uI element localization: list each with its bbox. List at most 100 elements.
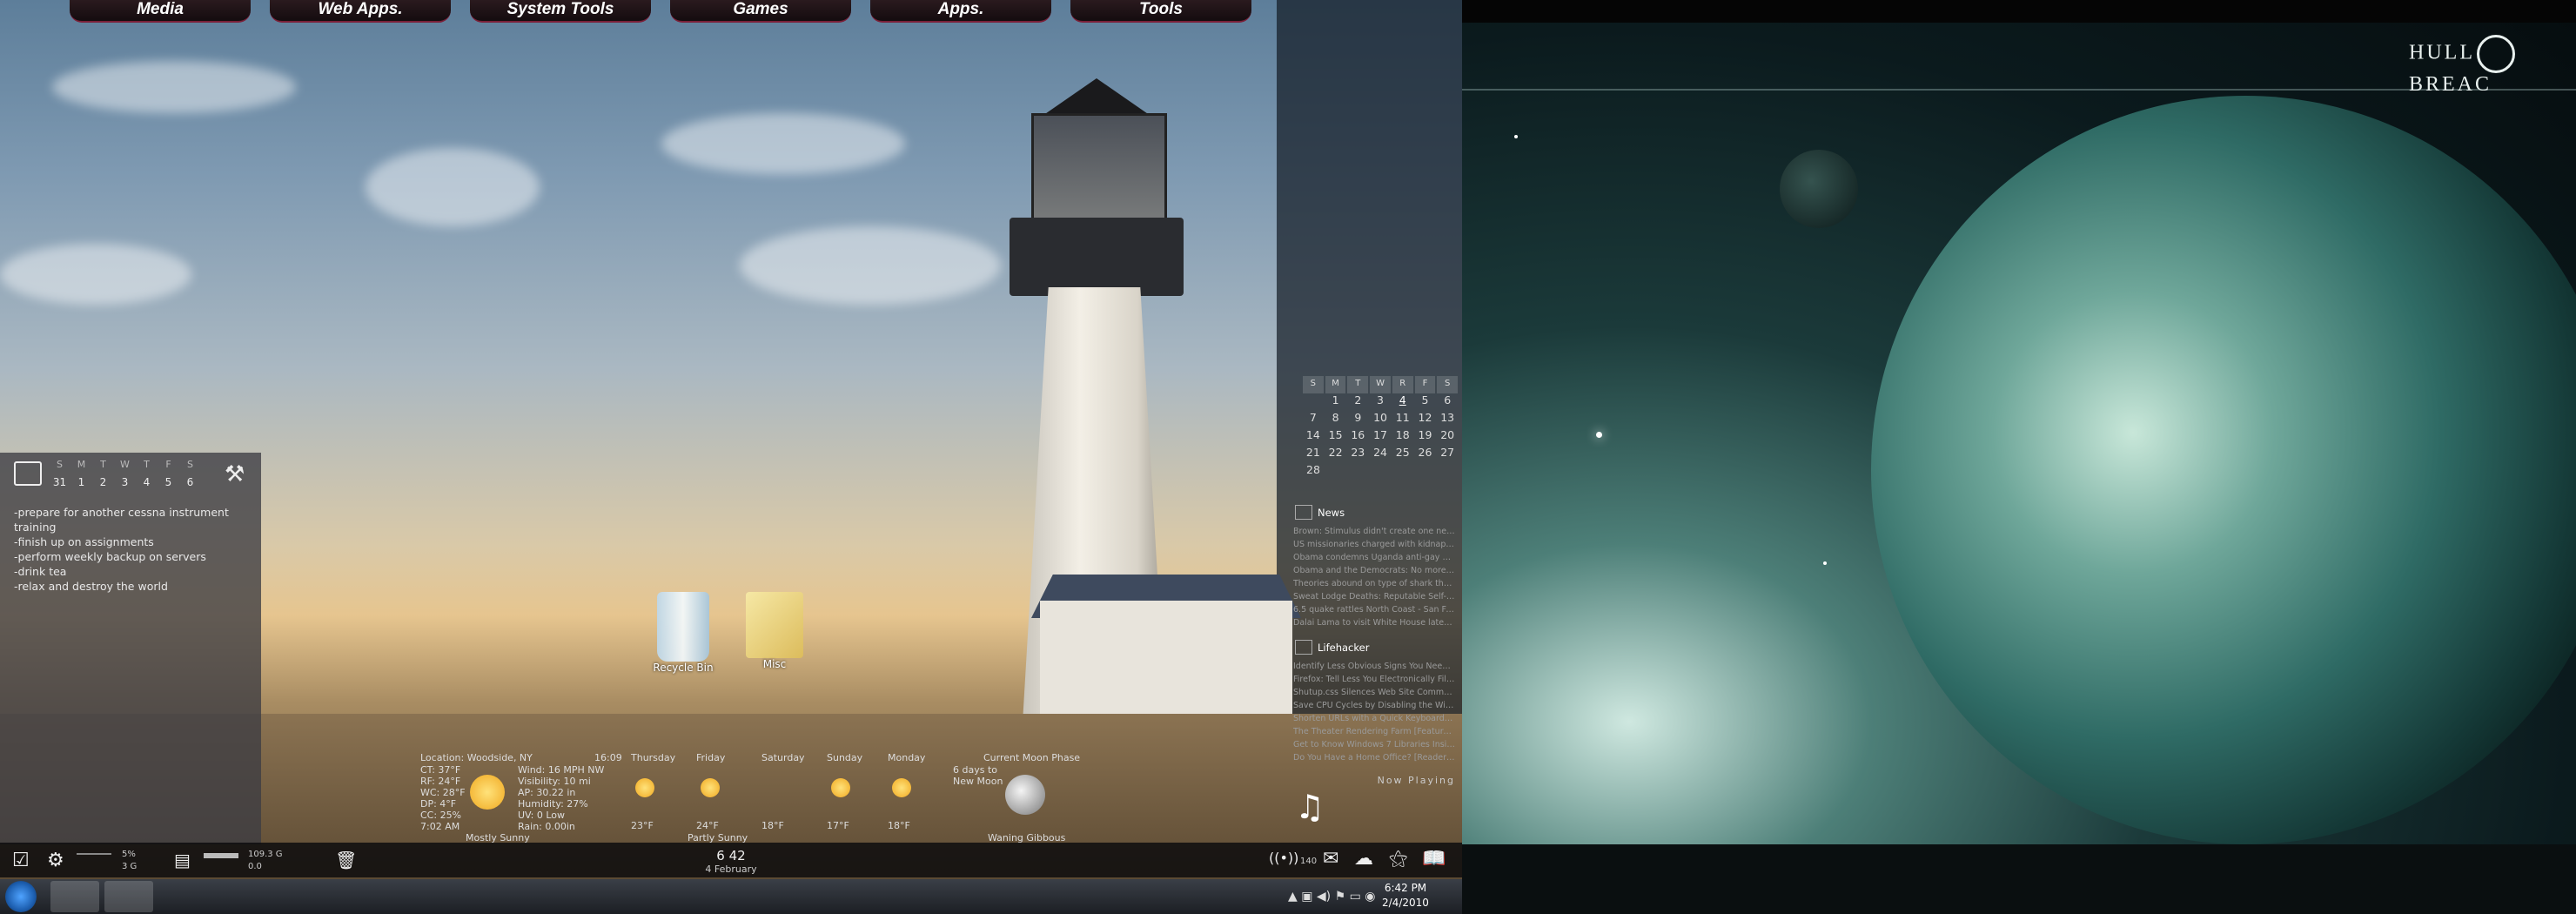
feed-item[interactable]: Get to Know Windows 7 Libraries Insid... — [1293, 738, 1455, 751]
calendar-day[interactable]: 20 — [1436, 428, 1459, 446]
tools-icon[interactable]: ⚒ — [225, 461, 245, 487]
lighthouse — [1010, 218, 1184, 296]
calendar-day[interactable]: 9 — [1346, 411, 1369, 428]
calendar-day[interactable]: 6 — [1436, 393, 1459, 411]
calendar-day[interactable] — [1302, 393, 1325, 411]
feed-item[interactable]: Brown: Stimulus didn't create one new... — [1293, 525, 1455, 538]
feed-item[interactable]: US missionaries charged with kidnappin..… — [1293, 538, 1455, 551]
calendar-day[interactable]: 7 — [1302, 411, 1325, 428]
trash-icon[interactable]: 🗑 — [335, 850, 357, 870]
calendar-day[interactable]: 18 — [1392, 428, 1414, 446]
date-cell[interactable]: 6 — [179, 476, 201, 488]
wifi-icon[interactable]: ((•)) — [1269, 850, 1298, 866]
feed-item[interactable]: Shutup.css Silences Web Site Comment... — [1293, 686, 1455, 699]
feed-item[interactable]: Dalai Lama to visit White House later t.… — [1293, 616, 1455, 629]
feed-title-lifehacker[interactable]: Lifehacker — [1295, 640, 1455, 655]
tab-web-apps[interactable]: Web Apps. — [270, 0, 451, 23]
feed-item[interactable]: 6.5 quake rattles North Coast - San Fra.… — [1293, 603, 1455, 616]
gear-icon[interactable]: ⚙ — [47, 850, 64, 871]
weather-location: Location: Woodside, NY — [420, 752, 533, 763]
date-cell[interactable]: 1 — [70, 476, 92, 488]
tab-media[interactable]: Media — [70, 0, 251, 23]
todo-item: -finish up on assignments — [14, 535, 154, 548]
calendar-week: 21 22 23 24 25 26 27 — [1302, 446, 1459, 463]
calendar-day[interactable]: 15 — [1325, 428, 1347, 446]
feed-item[interactable]: Obama condemns Uganda anti-gay bill... — [1293, 551, 1455, 564]
calendar-day[interactable]: 27 — [1436, 446, 1459, 463]
tray-time[interactable]: 6:42 PM — [1366, 882, 1445, 894]
music-note-icon[interactable]: ♫ — [1295, 788, 1325, 826]
calendar-day[interactable]: 11 — [1392, 411, 1414, 428]
folder-icon[interactable]: Misc — [735, 592, 814, 670]
calendar-day[interactable]: 22 — [1325, 446, 1347, 463]
calendar-day[interactable]: 1 — [1325, 393, 1347, 411]
calendar-day[interactable]: 13 — [1436, 411, 1459, 428]
cpu-bar — [77, 853, 111, 855]
date-cell[interactable]: 4 — [136, 476, 158, 488]
calendar-day[interactable]: 14 — [1302, 428, 1325, 446]
date-cell[interactable]: 3 — [114, 476, 136, 488]
calendar-icon[interactable] — [14, 461, 42, 486]
calendar-day[interactable]: 19 — [1414, 428, 1437, 446]
calendar-day[interactable]: 25 — [1392, 446, 1414, 463]
weather-stat: RF: 24°F — [420, 776, 461, 787]
tab-system-tools[interactable]: System Tools — [470, 0, 651, 23]
forecast-day: Friday — [696, 752, 726, 763]
recycle-bin-icon[interactable]: Recycle Bin — [644, 592, 722, 674]
feed-title-news[interactable]: News — [1295, 505, 1455, 520]
tab-games[interactable]: Games — [670, 0, 851, 23]
calendar-week: 7 8 9 10 11 12 13 — [1302, 411, 1459, 428]
feed-item[interactable]: Sweat Lodge Deaths: Reputable Self-Hel..… — [1293, 590, 1455, 603]
drive-icon[interactable]: ▤ — [174, 850, 191, 870]
cloud-icon[interactable]: ☁ — [1354, 848, 1373, 870]
tab-tools[interactable]: Tools — [1070, 0, 1251, 23]
mail-icon[interactable]: ✉ — [1323, 848, 1338, 870]
calendar-day[interactable]: 28 — [1302, 463, 1325, 481]
calendar-day[interactable]: 26 — [1414, 446, 1437, 463]
forecast-temp: 18°F — [888, 820, 910, 831]
launcher-bar: Media Web Apps. System Tools Games Apps.… — [70, 0, 1271, 23]
todo-item: -perform weekly backup on servers — [14, 550, 206, 563]
feed-item[interactable]: Firefox: Tell Less You Electronically Fi… — [1293, 673, 1455, 686]
start-button[interactable] — [5, 881, 37, 912]
feed-item[interactable]: Theories abound on type of shark that... — [1293, 577, 1455, 590]
calendar-day[interactable]: 23 — [1346, 446, 1369, 463]
date-cell[interactable]: 5 — [158, 476, 179, 488]
calendar-day[interactable]: 8 — [1325, 411, 1347, 428]
todo-list[interactable]: -prepare for another cessna instrument t… — [14, 505, 249, 594]
feed-item[interactable]: Identify Less Obvious Signs You Need t..… — [1293, 660, 1455, 673]
calendar-day-today[interactable]: 4 — [1392, 393, 1414, 411]
feed-item[interactable]: Save CPU Cycles by Disabling the Wind... — [1293, 699, 1455, 712]
checkbox-icon[interactable]: ☑ — [12, 850, 30, 871]
taskbar-browser-button[interactable] — [104, 881, 153, 912]
date-cell[interactable]: 31 — [49, 476, 70, 488]
calendar-day[interactable]: 17 — [1369, 428, 1392, 446]
tray-date[interactable]: 2/4/2010 — [1366, 897, 1445, 909]
date-cell[interactable]: 2 — [92, 476, 114, 488]
calendar-header-row: S M T W R F S — [1302, 376, 1459, 393]
calendar-day[interactable]: 12 — [1414, 411, 1437, 428]
calendar-day[interactable]: 16 — [1346, 428, 1369, 446]
calendar-day[interactable]: 3 — [1369, 393, 1392, 411]
tab-apps[interactable]: Apps. — [870, 0, 1051, 23]
feed-item[interactable]: Do You Have a Home Office? [Reader P... — [1293, 751, 1455, 764]
taskbar-app-button[interactable] — [50, 881, 99, 912]
cloud — [661, 113, 905, 174]
feed-item[interactable]: The Theater Rendering Farm [Featured... — [1293, 725, 1455, 738]
day-header: S — [187, 459, 193, 470]
moon-phase-title: Current Moon Phase — [983, 752, 1081, 763]
tray-icons[interactable]: ▲ ▣ ◀) ⚑ ▭ ◉ — [1288, 890, 1375, 904]
star — [1514, 135, 1518, 138]
feed-item[interactable]: Shorten URLs with a Quick Keyboard Sh... — [1293, 712, 1455, 725]
calendar-day[interactable]: 5 — [1414, 393, 1437, 411]
calendar-day[interactable]: 24 — [1369, 446, 1392, 463]
calendar-day[interactable]: 2 — [1346, 393, 1369, 411]
calendar-day[interactable]: 10 — [1369, 411, 1392, 428]
day-header: S — [57, 459, 63, 470]
feed-item[interactable]: Obama and the Democrats: No more st... — [1293, 564, 1455, 577]
book-icon[interactable]: 📖 — [1422, 848, 1446, 870]
satellite-icon[interactable]: ⚝ — [1389, 848, 1407, 870]
calendar-week: 28 — [1302, 463, 1459, 481]
calendar-day[interactable]: 21 — [1302, 446, 1325, 463]
calendar-header: S — [1303, 376, 1324, 393]
